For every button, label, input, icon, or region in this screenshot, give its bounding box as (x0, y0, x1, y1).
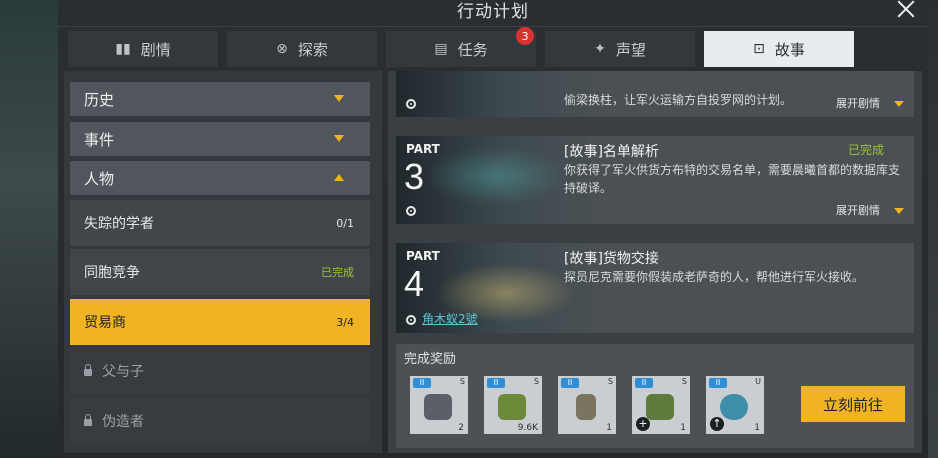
window-title: 行动计划 (457, 2, 529, 22)
location-link[interactable]: 角木蚁2號 (422, 310, 478, 327)
item-count: 1 (606, 423, 612, 433)
plus-icon: + (636, 417, 650, 431)
notification-badge: 3 (516, 27, 534, 45)
rarity-label: S (533, 377, 539, 386)
category-characters[interactable]: 人物 (70, 161, 370, 195)
reputation-icon: ✦ (594, 41, 606, 57)
expand-story-button[interactable]: 展开剧情 (836, 202, 880, 218)
rarity-label: S (681, 377, 687, 386)
progress-count: 3/4 (336, 315, 354, 329)
part-number: 3 (404, 156, 425, 197)
module-icon (646, 394, 674, 420)
chevron-down-icon[interactable] (894, 208, 904, 214)
part-label: PART (406, 142, 440, 156)
story-item-label: 贸易商 (84, 315, 126, 331)
story-item-forger[interactable]: 伪造者 (70, 398, 370, 444)
item-count: 1 (754, 423, 760, 433)
card-title: [故事]名单解析 (564, 144, 659, 160)
reward-item-module[interactable]: II S + 1 (632, 376, 690, 434)
item-count: 9.6K (517, 423, 538, 433)
location-pin-icon (406, 315, 416, 325)
reward-item-turret[interactable]: II S 2 (410, 376, 468, 434)
story-item-label: 失踪的学者 (84, 216, 154, 232)
story-item-father-and-son[interactable]: 父与子 (70, 348, 370, 394)
tab-label: 声望 (615, 40, 646, 59)
rarity-label: S (607, 377, 613, 386)
rarity-label: U (755, 377, 761, 386)
progress-count: 0/1 (336, 216, 354, 230)
supply-crate-icon (498, 394, 526, 420)
rewards-title: 完成奖励 (404, 352, 457, 367)
tab-explore[interactable]: ⊗ 探索 (227, 31, 377, 67)
tier-tag: II (487, 378, 505, 388)
part-number: 4 (404, 263, 425, 304)
story-item-missing-scholar[interactable]: 失踪的学者 0/1 (70, 200, 370, 246)
upgrade-arrow-icon: ↑ (710, 417, 724, 431)
background-scene (0, 0, 60, 458)
task-list-icon: ▤ (434, 41, 448, 57)
category-events[interactable]: 事件 (70, 122, 370, 156)
cannon-icon (576, 394, 596, 420)
tab-reputation[interactable]: ✦ 声望 (545, 31, 695, 67)
tab-label: 任务 (457, 40, 488, 59)
tab-label: 探索 (297, 40, 328, 59)
reactor-icon (720, 394, 748, 420)
lock-icon (84, 413, 92, 426)
close-icon[interactable] (894, 0, 918, 22)
tier-tag: II (635, 378, 653, 388)
lock-icon (84, 363, 92, 376)
story-item-label: 伪造者 (102, 414, 144, 430)
card-artwork-glow (426, 146, 566, 206)
tab-plot[interactable]: ▮▮ 剧情 (68, 31, 218, 67)
tab-bar: ▮▮ 剧情 ⊗ 探索 ▤ 任务 3 ✦ 声望 ⊡ 故事 (68, 27, 918, 67)
reward-item-reactor[interactable]: II U ↑ 1 (706, 376, 764, 434)
title-bar: 行动计划 (58, 0, 928, 27)
location-pin-icon (406, 99, 416, 109)
location-pin-icon (406, 206, 416, 216)
story-item-sibling-rivalry[interactable]: 同胞竞争 已完成 (70, 249, 370, 295)
completion-rewards: 完成奖励 II S 2 II S 9.6K II S 1 II S + 1 II… (396, 344, 914, 448)
story-item-label: 父与子 (102, 364, 144, 380)
book-icon: ▮▮ (115, 41, 131, 57)
action-plan-window: 行动计划 ▮▮ 剧情 ⊗ 探索 ▤ 任务 3 ✦ 声望 ⊡ 故事 历史 事件 人… (58, 0, 928, 458)
story-item-trader[interactable]: 贸易商 3/4 (70, 299, 370, 345)
story-icon: ⊡ (753, 41, 765, 57)
tab-label: 剧情 (140, 40, 171, 59)
item-count: 2 (458, 423, 464, 433)
turret-icon (424, 394, 452, 420)
expand-story-button[interactable]: 展开剧情 (836, 95, 880, 111)
category-label: 人物 (84, 169, 115, 188)
chevron-down-icon (334, 95, 344, 102)
item-count: 1 (680, 423, 686, 433)
reward-item-cannon[interactable]: II S 1 (558, 376, 616, 434)
card-description: 你获得了军火供货方布特的交易名单，需要晨曦首都的数据库支持破译。 (564, 163, 901, 195)
part-label: PART (406, 249, 440, 263)
tab-label: 故事 (774, 40, 805, 59)
story-detail-panel: 偷梁换柱，让军火运输方自投罗网的计划。 展开剧情 PART 3 [故事]名单解析… (388, 71, 922, 453)
chevron-up-icon (334, 174, 344, 181)
completed-status: 已完成 (847, 143, 884, 157)
tier-tag: II (561, 378, 579, 388)
story-sidebar: 历史 事件 人物 失踪的学者 0/1 同胞竞争 已完成 贸易商 3/4 父与子 (64, 71, 382, 453)
chevron-down-icon (334, 135, 344, 142)
completed-status: 已完成 (321, 266, 354, 279)
card-title: [故事]货物交接 (564, 251, 659, 267)
reward-item-crate[interactable]: II S 9.6K (484, 376, 542, 434)
category-history[interactable]: 历史 (70, 82, 370, 116)
go-now-button[interactable]: 立刻前往 (801, 386, 905, 422)
story-card-part-3: PART 3 [故事]名单解析 已完成 你获得了军火供货方布特的交易名单，需要晨… (396, 136, 914, 224)
tab-tasks[interactable]: ▤ 任务 3 (386, 27, 536, 67)
chevron-down-icon[interactable] (894, 101, 904, 107)
category-label: 事件 (84, 130, 115, 149)
story-item-label: 同胞竞争 (84, 265, 140, 281)
explore-icon: ⊗ (276, 41, 288, 57)
tier-tag: II (413, 378, 431, 388)
rarity-label: S (459, 377, 465, 386)
card-description: 探员尼克需要你假装成老萨奇的人，帮他进行军火接收。 (564, 270, 865, 284)
story-card-part-2: 偷梁换柱，让军火运输方自投罗网的计划。 展开剧情 (396, 71, 914, 117)
tab-story[interactable]: ⊡ 故事 (704, 31, 854, 67)
story-card-part-4: PART 4 角木蚁2號 [故事]货物交接 探员尼克需要你假装成老萨奇的人，帮他… (396, 243, 914, 333)
tier-tag: II (709, 378, 727, 388)
category-label: 历史 (84, 90, 115, 109)
